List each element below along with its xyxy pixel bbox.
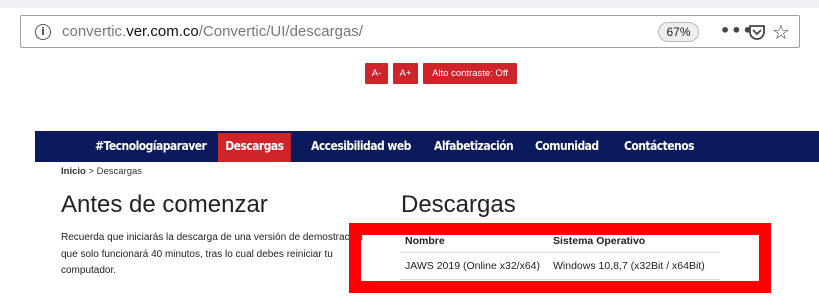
zoom-indicator[interactable]: 67% <box>658 22 699 42</box>
breadcrumb: Inicio > Descargas <box>61 166 142 177</box>
nav-item-descargas[interactable]: Descargas <box>218 133 291 162</box>
font-decrease-button[interactable]: A- <box>365 63 388 84</box>
intro-text: Recuerda que iniciarás la descarga de un… <box>61 232 363 276</box>
breadcrumb-separator: > <box>85 166 97 177</box>
intro-title: Antes de comenzar <box>61 191 268 218</box>
breadcrumb-home[interactable]: Inicio <box>61 166 86 177</box>
highlight-box <box>349 223 771 293</box>
url-text[interactable]: convertic.ver.com.co/Convertic/UI/descar… <box>62 23 363 40</box>
url-prefix: convertic. <box>62 23 127 40</box>
font-increase-button[interactable]: A+ <box>393 63 418 84</box>
high-contrast-toggle[interactable]: Alto contraste: Off <box>423 63 517 84</box>
breadcrumb-current: Descargas <box>96 166 143 177</box>
star-icon[interactable]: ☆ <box>771 20 791 44</box>
nav-item-accesibilidad-web[interactable]: Accesibilidad web <box>311 131 411 162</box>
info-icon[interactable]: i <box>35 24 51 40</box>
nav-item-comunidad[interactable]: Comunidad <box>535 131 599 162</box>
more-options-icon[interactable]: ••• <box>720 20 753 44</box>
address-bar[interactable]: i convertic.ver.com.co/Convertic/UI/desc… <box>20 15 800 48</box>
downloads-title: Descargas <box>401 191 516 218</box>
nav-item-contactenos[interactable]: Contáctenos <box>624 131 695 162</box>
url-host: ver.com.co <box>126 23 199 40</box>
url-path: /Convertic/UI/descargas/ <box>198 23 363 40</box>
pocket-icon-graphic <box>749 25 765 40</box>
nav-item-alfabetizacion[interactable]: Alfabetización <box>434 131 514 162</box>
main-navigation: #Tecnologíaparaver Descargas Accesibilid… <box>35 131 819 162</box>
nav-item-tecnologiaparaver[interactable]: #Tecnologíaparaver <box>95 131 207 162</box>
browser-tabstrip <box>0 0 819 8</box>
pocket-icon[interactable] <box>747 20 767 44</box>
